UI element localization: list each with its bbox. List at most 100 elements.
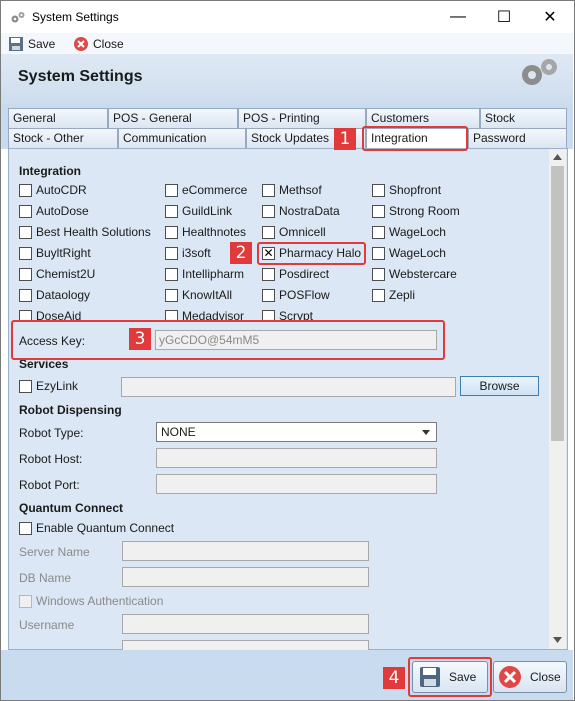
checkbox-label: Strong Room bbox=[389, 204, 460, 218]
annotation-box-save bbox=[408, 657, 492, 697]
checkbox-ezylink[interactable] bbox=[19, 380, 32, 393]
checkbox-dataology[interactable] bbox=[19, 289, 32, 302]
tab-label: Customers bbox=[371, 111, 430, 125]
checkbox-label: Dataology bbox=[36, 288, 91, 302]
checkbox-label: AutoCDR bbox=[36, 183, 87, 197]
checkbox-intellipharm[interactable] bbox=[165, 268, 178, 281]
tab-customers[interactable]: Customers bbox=[366, 108, 480, 128]
checkbox-buyltright[interactable] bbox=[19, 247, 32, 260]
toolbar-close-button[interactable]: Close bbox=[73, 35, 124, 52]
checkbox-posdirect[interactable] bbox=[262, 268, 275, 281]
close-circle-icon bbox=[499, 666, 521, 688]
checkbox-posflow[interactable] bbox=[262, 289, 275, 302]
checkbox-i3soft[interactable] bbox=[165, 247, 178, 260]
checkbox-label: Chemist2U bbox=[36, 267, 96, 281]
annotation-number: 3 bbox=[129, 328, 151, 350]
title-bar: System Settings — ☐ ✕ bbox=[1, 1, 573, 33]
close-circle-icon bbox=[74, 36, 88, 51]
checkbox-knowitall[interactable] bbox=[165, 289, 178, 302]
checkbox-label: WageLoch bbox=[389, 246, 446, 260]
robot-host-input[interactable] bbox=[156, 448, 437, 468]
robot-host-label: Robot Host: bbox=[19, 452, 83, 466]
checkbox-wageloch-2[interactable] bbox=[372, 247, 385, 260]
robot-port-input[interactable] bbox=[156, 474, 437, 494]
checkbox-nostradata[interactable] bbox=[262, 205, 275, 218]
checkbox-label: Best Health Solutions bbox=[36, 225, 151, 239]
maximize-button[interactable]: ☐ bbox=[481, 1, 527, 33]
robot-type-select[interactable]: NONE bbox=[156, 422, 437, 442]
annotation-box-access-key bbox=[11, 320, 445, 360]
header-banner: System Settings bbox=[1, 54, 573, 104]
gears-icon bbox=[11, 12, 25, 23]
checkbox-autocdr[interactable] bbox=[19, 184, 32, 197]
username-input[interactable] bbox=[122, 614, 369, 634]
tab-label: Stock Updates bbox=[251, 131, 330, 145]
annotation-number: 4 bbox=[383, 667, 405, 689]
settings-gears-icon bbox=[522, 59, 557, 85]
checkbox-guildlink[interactable] bbox=[165, 205, 178, 218]
checkbox-label: Zepli bbox=[389, 288, 416, 302]
server-name-input[interactable] bbox=[122, 541, 369, 561]
checkbox-chemist2u[interactable] bbox=[19, 268, 32, 281]
tab-stock[interactable]: Stock bbox=[480, 108, 567, 128]
close-button[interactable]: Close bbox=[493, 661, 567, 693]
tab-general[interactable]: General bbox=[8, 108, 108, 128]
close-window-button[interactable]: ✕ bbox=[527, 1, 573, 33]
tab-pos-general[interactable]: POS - General bbox=[108, 108, 238, 128]
checkbox-label: EzyLink bbox=[36, 379, 79, 393]
tab-label: Password bbox=[473, 131, 526, 145]
toolbar-save-button[interactable]: Save bbox=[8, 35, 55, 52]
annotation-number: 2 bbox=[230, 242, 252, 264]
ezylink-path-input[interactable] bbox=[121, 377, 456, 397]
username-label: Username bbox=[19, 618, 75, 632]
tab-label: Communication bbox=[123, 131, 207, 145]
checkbox-label: i3soft bbox=[182, 246, 211, 260]
checkbox-omnicell[interactable] bbox=[262, 226, 275, 239]
checkbox-label: Intellipharm bbox=[182, 267, 245, 281]
window-title: System Settings bbox=[32, 10, 119, 24]
checkbox-label: KnowItAll bbox=[182, 288, 233, 302]
password-input-partial[interactable] bbox=[122, 640, 369, 650]
tab-pos-printing[interactable]: POS - Printing bbox=[238, 108, 366, 128]
checkbox-windows-auth[interactable] bbox=[19, 595, 32, 608]
db-name-label: DB Name bbox=[19, 571, 72, 585]
close-label: Close bbox=[530, 670, 561, 684]
tab-password[interactable]: Password bbox=[468, 128, 567, 148]
robot-heading: Robot Dispensing bbox=[19, 403, 122, 417]
scrollbar-thumb[interactable] bbox=[551, 166, 564, 441]
scroll-down-icon[interactable] bbox=[553, 637, 562, 643]
checkbox-autodose[interactable] bbox=[19, 205, 32, 218]
page-title: System Settings bbox=[18, 68, 143, 85]
browse-button[interactable]: Browse bbox=[460, 376, 539, 396]
checkbox-label: Windows Authentication bbox=[36, 594, 164, 608]
tab-communication[interactable]: Communication bbox=[118, 128, 246, 148]
checkbox-label: Webstercare bbox=[389, 267, 457, 281]
tab-label: POS - Printing bbox=[243, 111, 320, 125]
checkbox-healthnotes[interactable] bbox=[165, 226, 178, 239]
checkbox-enable-quantum[interactable] bbox=[19, 522, 32, 535]
checkbox-label: GuildLink bbox=[182, 204, 233, 218]
scroll-up-icon[interactable] bbox=[553, 154, 562, 160]
toolbar-save-label: Save bbox=[28, 36, 56, 51]
tab-label: General bbox=[13, 111, 56, 125]
checkbox-best-health[interactable] bbox=[19, 226, 32, 239]
checkbox-wageloch-1[interactable] bbox=[372, 226, 385, 239]
checkbox-zepli[interactable] bbox=[372, 289, 385, 302]
checkbox-methsof[interactable] bbox=[262, 184, 275, 197]
checkbox-ecommerce[interactable] bbox=[165, 184, 178, 197]
chevron-down-icon bbox=[422, 430, 430, 435]
checkbox-webstercare[interactable] bbox=[372, 268, 385, 281]
minimize-icon: — bbox=[450, 8, 466, 25]
checkbox-label: Omnicell bbox=[279, 225, 326, 239]
checkbox-shopfront[interactable] bbox=[372, 184, 385, 197]
tab-label: Stock - Other bbox=[13, 131, 84, 145]
checkbox-label: NostraData bbox=[279, 204, 340, 218]
db-name-input[interactable] bbox=[122, 567, 369, 587]
checkbox-strong-room[interactable] bbox=[372, 205, 385, 218]
minimize-button[interactable]: — bbox=[435, 1, 481, 33]
tab-stock-other[interactable]: Stock - Other bbox=[8, 128, 118, 148]
checkbox-label: Healthnotes bbox=[182, 225, 247, 239]
checkbox-label: Methsof bbox=[279, 183, 322, 197]
robot-type-value: NONE bbox=[161, 425, 196, 439]
checkbox-label: BuyltRight bbox=[36, 246, 91, 260]
